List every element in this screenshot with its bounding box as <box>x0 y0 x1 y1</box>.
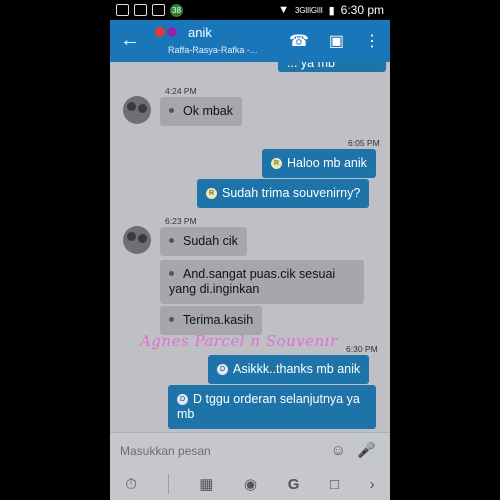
contact-avatar[interactable] <box>123 226 151 254</box>
message-bubble[interactable]: D Asikkk..thanks mb anik <box>208 355 370 384</box>
video-icon[interactable]: ▣ <box>329 31 344 51</box>
message-text: And.sangat puas.cik sesuai yang di.ingin… <box>169 267 336 296</box>
delivered-status-icon: D <box>177 394 188 406</box>
watermark: Agnes Parcel n Souvenir <box>140 332 338 350</box>
phone-icon[interactable]: ☎ <box>289 31 309 51</box>
message-bubble[interactable]: R Haloo mb anik <box>262 149 376 178</box>
message-bubble[interactable]: Terima.kasih <box>160 306 263 335</box>
message-text: Terima.kasih <box>183 313 254 327</box>
message-composer: Masukkan pesan ☺ 🎤 <box>110 432 390 469</box>
message-bubble[interactable]: DD tggu orderan selanjutnya ya mb <box>168 385 376 429</box>
google-icon[interactable]: G <box>288 476 300 493</box>
message-list[interactable]: ... ya mb 4:24 PM Ok mbak 6:05 PM R Haloo… <box>110 62 390 432</box>
message-text: Ok mbak <box>183 104 234 118</box>
status-bar: 38 ▼ 3GIIIGIII ▮ 6:30 pm <box>110 0 390 20</box>
status-dot-icon <box>169 271 174 277</box>
battery-icon: ▮ <box>328 4 335 17</box>
contact-avatar[interactable] <box>155 27 177 37</box>
message-bubble[interactable]: ... ya mb <box>278 62 386 72</box>
image-notification-icon <box>116 4 129 16</box>
network-indicator: 3GIIIGIII <box>295 5 323 15</box>
delivered-status-icon: D <box>217 364 228 376</box>
message-text: Sudah cik <box>183 234 238 248</box>
read-status-icon: R <box>206 188 217 200</box>
status-time: 6:30 pm <box>340 3 384 17</box>
message-input[interactable]: Masukkan pesan <box>120 444 211 458</box>
chat-notification-icon <box>134 4 147 16</box>
arrow-left-icon[interactable]: ← <box>120 29 140 51</box>
message-bubble[interactable]: Ok mbak <box>160 97 243 126</box>
timer-icon[interactable]: ⏱ <box>125 476 137 493</box>
image-icon[interactable]: ▦ <box>199 475 213 493</box>
chevron-right-icon[interactable]: › <box>370 476 375 493</box>
message-text: Asikkk..thanks mb anik <box>233 362 361 376</box>
contact-name[interactable]: anik <box>188 25 212 40</box>
contact-subtitle[interactable]: Raffa-Rasya-Rafka -... <box>168 45 257 55</box>
message-text: Sudah trima souvenirny? <box>222 186 361 200</box>
message-text: Haloo mb anik <box>287 156 367 170</box>
camera-icon[interactable]: ◉ <box>244 475 257 493</box>
toolbar-divider <box>167 474 169 494</box>
message-time: 4:24 PM <box>165 86 197 96</box>
contact-avatar[interactable] <box>123 96 151 124</box>
read-status-icon: R <box>271 158 282 170</box>
attachment-toolbar: ⏱ ▦ ◉ G □ › <box>110 468 390 500</box>
message-time: 6:30 PM <box>346 344 378 354</box>
purple-emoji-icon <box>167 27 177 37</box>
wifi-icon: ▼ <box>278 4 290 16</box>
more-vert-icon[interactable]: ⋮ <box>364 31 380 51</box>
status-dot-icon <box>169 108 174 114</box>
document-icon[interactable]: □ <box>330 476 339 493</box>
emoji-add-icon[interactable]: ☺ <box>331 442 346 459</box>
message-text: ... ya mb <box>287 62 335 70</box>
red-emoji-icon <box>155 27 165 37</box>
microphone-icon[interactable]: 🎤 <box>357 441 376 459</box>
status-dot-icon <box>169 238 174 244</box>
notification-count-badge: 38 <box>170 3 183 17</box>
message-time: 6:23 PM <box>165 216 197 226</box>
message-bubble[interactable]: R Sudah trima souvenirny? <box>197 179 370 208</box>
message-bubble[interactable]: Sudah cik <box>160 227 247 256</box>
status-dot-icon <box>169 317 174 323</box>
message-time: 6:05 PM <box>348 138 380 148</box>
phone-screen: 38 ▼ 3GIIIGIII ▮ 6:30 pm ← anik Raffa-Ra… <box>110 0 390 500</box>
message-text: D tggu orderan selanjutnya ya mb <box>177 392 360 421</box>
chat-header: ← anik Raffa-Rasya-Rafka -... ☎ ▣ ⋮ <box>110 20 390 62</box>
app-notification-icon <box>152 4 165 16</box>
message-bubble[interactable]: And.sangat puas.cik sesuai yang di.ingin… <box>160 260 364 304</box>
